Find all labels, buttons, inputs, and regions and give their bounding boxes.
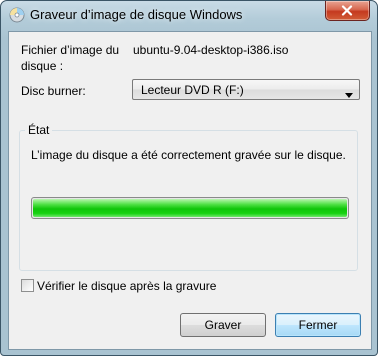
burner-select[interactable]: Lecteur DVD R (F:) — [132, 79, 360, 100]
verify-checkbox-label[interactable]: Vérifier le disque après la gravure — [37, 279, 216, 293]
verify-checkbox[interactable] — [21, 279, 34, 292]
file-value: ubuntu-9.04-desktop-i386.iso — [133, 43, 289, 57]
dialog-window: Graveur d’image de disque Windows Fichie… — [0, 0, 378, 356]
progress-bar — [31, 197, 349, 219]
title-bar[interactable]: Graveur d’image de disque Windows — [1, 1, 377, 31]
close-icon — [341, 5, 353, 16]
burn-button[interactable]: Graver — [180, 313, 266, 337]
burner-label: Disc burner: — [21, 84, 86, 98]
window-close-button[interactable] — [325, 1, 370, 21]
status-message: L’image du disque a été correctement gra… — [31, 148, 346, 162]
burner-select-value: Lecteur DVD R (F:) — [141, 83, 244, 97]
disc-burner-icon — [9, 7, 25, 23]
close-button[interactable]: Fermer — [275, 313, 361, 337]
progress-bar-fill — [33, 199, 347, 217]
status-group-title: État — [25, 123, 53, 137]
dialog-content: Fichier d’image du disque : ubuntu-9.04-… — [8, 31, 372, 350]
file-label: Fichier d’image du disque : — [21, 43, 120, 73]
window-title: Graveur d’image de disque Windows — [30, 7, 243, 22]
chevron-down-icon — [345, 87, 353, 101]
